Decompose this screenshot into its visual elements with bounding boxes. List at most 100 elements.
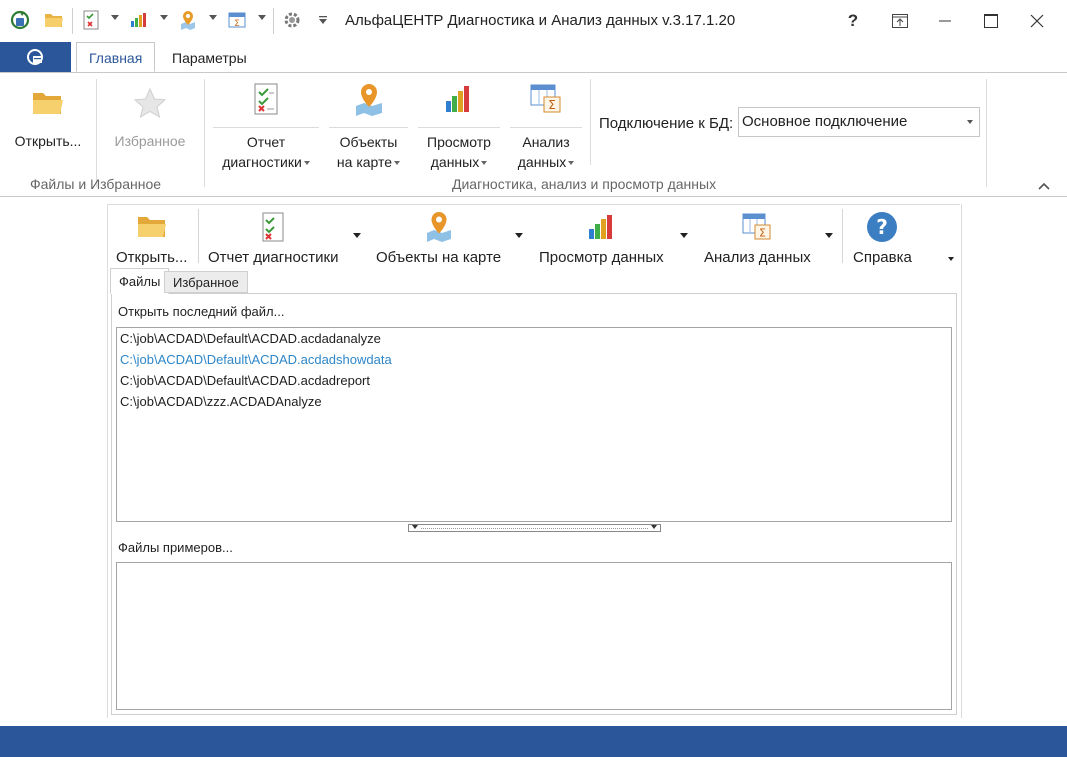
ribbon-map-button[interactable]: Объекты на карте bbox=[329, 79, 408, 172]
tab-parameters[interactable]: Параметры bbox=[160, 42, 259, 72]
svg-text:Σ: Σ bbox=[548, 98, 556, 112]
chevron-down-icon bbox=[303, 161, 310, 166]
list-item[interactable]: C:\job\ACDAD\Default\ACDAD.acdadreport bbox=[120, 373, 370, 388]
toolbar-analysis-button[interactable]: Σ Анализ данных bbox=[704, 210, 811, 266]
separator bbox=[72, 8, 73, 34]
ribbon-report-label-1: Отчет bbox=[246, 134, 286, 150]
chart-icon bbox=[418, 79, 500, 119]
ribbon-analysis-button[interactable]: Σ Анализ данных bbox=[510, 79, 582, 172]
toolbar-map-label: Объекты на карте bbox=[376, 249, 502, 266]
ribbon-map-label-1: Объекты bbox=[339, 134, 398, 150]
group-label-diagnostics: Диагностика, анализ и просмотр данных bbox=[452, 176, 717, 192]
open-folder-icon bbox=[116, 210, 187, 244]
example-files-list[interactable] bbox=[116, 562, 952, 710]
ribbon-view-data-label-1: Просмотр bbox=[427, 134, 491, 150]
chart-icon bbox=[539, 210, 664, 244]
toolbar-open-label: Открыть... bbox=[116, 249, 188, 266]
toolbar-map-button[interactable]: Объекты на карте bbox=[376, 210, 501, 266]
list-item[interactable]: C:\job\ACDAD\Default\ACDAD.acdadshowdata bbox=[120, 352, 392, 367]
map-pin-icon bbox=[329, 79, 408, 119]
separator bbox=[986, 79, 987, 187]
app-menu-icon bbox=[26, 49, 43, 65]
toolbar-help-button[interactable]: ? Справка bbox=[853, 210, 912, 266]
tab-files[interactable]: Файлы bbox=[110, 268, 170, 294]
db-connection-select[interactable]: Основное подключение bbox=[738, 107, 980, 137]
refresh-db-icon[interactable] bbox=[8, 9, 32, 31]
chevron-down-icon bbox=[412, 525, 418, 529]
ribbon-analysis-label-2: данных bbox=[517, 154, 567, 170]
svg-text:Σ: Σ bbox=[759, 227, 766, 240]
db-connection-label: Подключение к БД: bbox=[599, 115, 734, 132]
map-dropdown-icon[interactable] bbox=[209, 15, 217, 20]
separator bbox=[204, 79, 205, 187]
ribbon-favorites-label: Избранное bbox=[114, 133, 186, 149]
db-connection-value: Основное подключение bbox=[742, 113, 908, 130]
view-data-dropdown-icon[interactable] bbox=[680, 233, 688, 238]
list-item[interactable]: C:\job\ACDAD\zzz.ACDADAnalyze bbox=[120, 394, 322, 409]
file-menu-button[interactable] bbox=[0, 42, 71, 72]
help-icon: ? bbox=[853, 210, 912, 244]
ribbon-open-label: Открыть... bbox=[14, 133, 82, 149]
chevron-down-icon bbox=[568, 161, 575, 166]
maximize-icon[interactable] bbox=[968, 6, 1014, 36]
recent-files-list[interactable]: C:\job\ACDAD\Default\ACDAD.acdadanalyze … bbox=[116, 327, 952, 522]
example-files-title: Файлы примеров... bbox=[118, 540, 233, 555]
ribbon-view-data-label-2: данных bbox=[430, 154, 480, 170]
separator bbox=[590, 79, 591, 165]
minimize-icon[interactable] bbox=[922, 6, 968, 36]
separator bbox=[198, 209, 199, 263]
separator bbox=[96, 79, 97, 187]
toolbar-open-button[interactable]: Открыть... bbox=[116, 210, 187, 266]
collapse-ribbon-icon[interactable] bbox=[1038, 177, 1050, 193]
toolbar-analysis-label: Анализ данных bbox=[704, 249, 811, 266]
toolbar-view-data-button[interactable]: Просмотр данных bbox=[539, 210, 664, 266]
analysis-table-icon: Σ bbox=[510, 79, 582, 119]
ribbon-analysis-label-1: Анализ bbox=[522, 134, 570, 150]
analysis-dropdown-icon[interactable] bbox=[825, 233, 833, 238]
separator bbox=[273, 8, 274, 34]
map-dropdown-icon[interactable] bbox=[515, 233, 523, 238]
analysis-table-icon[interactable]: Σ bbox=[227, 9, 247, 31]
restore-icon[interactable] bbox=[877, 6, 923, 36]
open-folder-icon[interactable] bbox=[43, 9, 65, 31]
ribbon-map-label-2: на карте bbox=[336, 154, 393, 170]
tab-favorites[interactable]: Избранное bbox=[164, 271, 248, 293]
ribbon-favorites-button[interactable]: Избранное bbox=[104, 83, 196, 151]
group-label-files: Файлы и Избранное bbox=[30, 176, 162, 192]
help-button[interactable]: ? bbox=[830, 6, 876, 36]
chevron-down-icon bbox=[394, 161, 401, 166]
tab-main[interactable]: Главная bbox=[76, 42, 156, 72]
report-icon[interactable] bbox=[81, 9, 101, 31]
toolbar-help-label: Справка bbox=[853, 249, 912, 266]
gear-icon[interactable] bbox=[282, 9, 302, 31]
recent-files-title: Открыть последний файл... bbox=[118, 304, 285, 319]
title-bar: Σ АльфаЦЕНТР Диагностика и Анализ данных… bbox=[0, 0, 1067, 42]
toolbar-overflow-icon[interactable] bbox=[948, 257, 954, 261]
report-dropdown-icon[interactable] bbox=[353, 233, 361, 238]
close-icon[interactable] bbox=[1014, 6, 1060, 36]
toolbar-report-label: Отчет диагностики bbox=[208, 249, 339, 266]
toolbar-report-button[interactable]: Отчет диагностики bbox=[208, 210, 339, 266]
chevron-down-icon bbox=[481, 161, 488, 166]
analysis-dropdown-icon[interactable] bbox=[258, 15, 266, 20]
status-bar bbox=[0, 726, 1067, 757]
map-pin-icon bbox=[376, 210, 501, 244]
chart-icon[interactable] bbox=[129, 9, 149, 31]
report-icon bbox=[208, 210, 339, 244]
report-dropdown-icon[interactable] bbox=[111, 15, 119, 20]
star-icon bbox=[104, 83, 196, 123]
splitter-handle[interactable] bbox=[408, 524, 661, 532]
ribbon-report-button[interactable]: Отчет диагностики bbox=[213, 79, 319, 172]
toolbar-view-data-label: Просмотр данных bbox=[539, 249, 664, 266]
ribbon-report-label-2: диагностики bbox=[222, 154, 302, 170]
chevron-down-icon bbox=[967, 120, 973, 124]
map-pin-icon[interactable] bbox=[178, 9, 198, 31]
list-item[interactable]: C:\job\ACDAD\Default\ACDAD.acdadanalyze bbox=[120, 331, 381, 346]
ribbon-view-data-button[interactable]: Просмотр данных bbox=[418, 79, 500, 172]
window-title: АльфаЦЕНТР Диагностика и Анализ данных v… bbox=[345, 12, 736, 29]
chart-dropdown-icon[interactable] bbox=[160, 15, 168, 20]
customize-dropdown-icon[interactable] bbox=[316, 9, 330, 31]
ribbon-open-button[interactable]: Открыть... bbox=[10, 83, 86, 151]
separator bbox=[842, 209, 843, 263]
report-icon bbox=[213, 79, 319, 119]
